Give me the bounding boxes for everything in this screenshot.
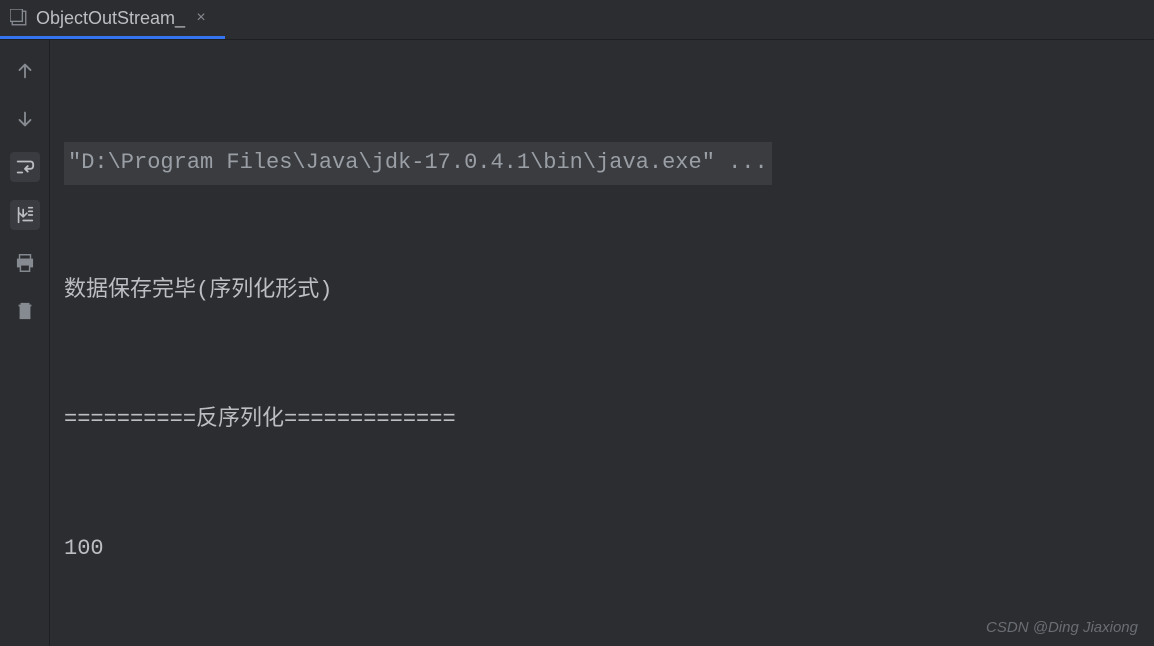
watermark: CSDN @Ding Jiaxiong bbox=[986, 619, 1138, 636]
console-line: ==========反序列化============= bbox=[64, 399, 1140, 442]
console-line: 数据保存完毕(序列化形式) bbox=[64, 270, 1140, 313]
content-area: "D:\Program Files\Java\jdk-17.0.4.1\bin\… bbox=[0, 40, 1154, 646]
console-output[interactable]: "D:\Program Files\Java\jdk-17.0.4.1\bin\… bbox=[50, 40, 1154, 646]
console-toolbar bbox=[0, 40, 50, 646]
soft-wrap-button[interactable] bbox=[10, 152, 40, 182]
tab-label: ObjectOutStream_ bbox=[36, 8, 185, 29]
clear-button[interactable] bbox=[10, 296, 40, 326]
tab-objectoutstream[interactable]: ObjectOutStream_ × bbox=[0, 0, 225, 39]
scroll-up-button[interactable] bbox=[10, 56, 40, 86]
console-command: "D:\Program Files\Java\jdk-17.0.4.1\bin\… bbox=[64, 142, 772, 185]
console-line: 100 bbox=[64, 528, 1140, 571]
close-icon[interactable]: × bbox=[193, 10, 209, 26]
print-button[interactable] bbox=[10, 248, 40, 278]
run-config-icon bbox=[10, 9, 28, 27]
scroll-down-button[interactable] bbox=[10, 104, 40, 134]
scroll-to-end-button[interactable] bbox=[10, 200, 40, 230]
tab-bar: ObjectOutStream_ × bbox=[0, 0, 1154, 40]
